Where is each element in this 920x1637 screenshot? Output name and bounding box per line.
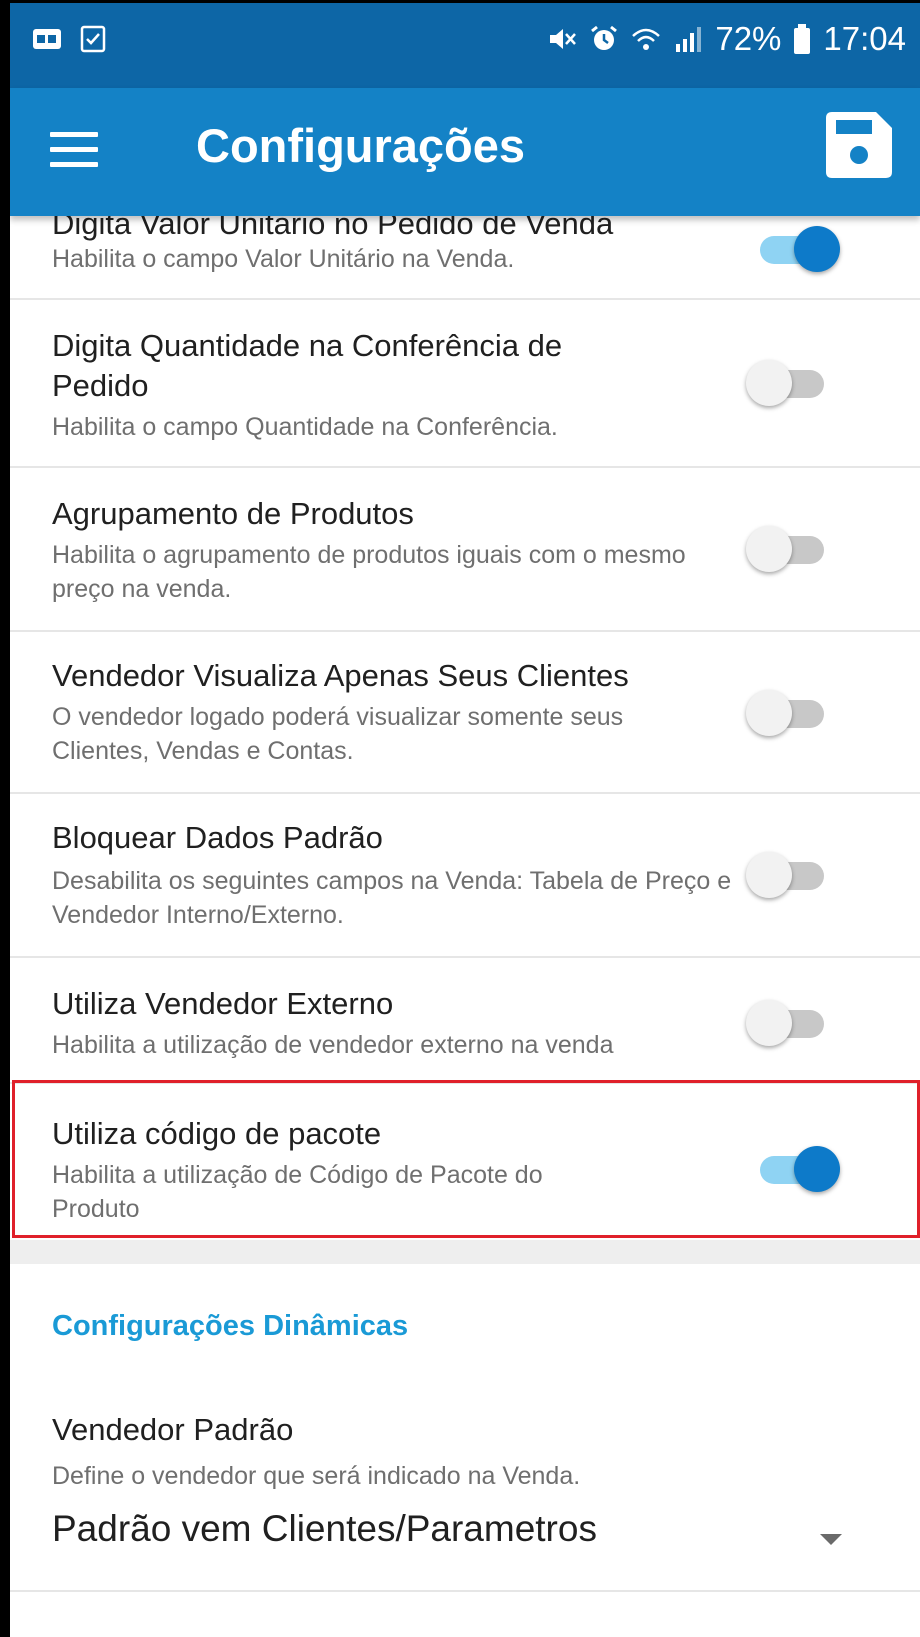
frame-border-top	[0, 0, 920, 3]
setting-row-quantidade-conferencia[interactable]: Digita Quantidade na Conferência de Pedi…	[10, 300, 920, 468]
signal-icon	[676, 27, 702, 52]
battery-icon	[794, 24, 811, 54]
toggle-switch[interactable]	[746, 690, 830, 736]
vendedor-padrao-dropdown[interactable]: Padrão vem Clientes/Parametros	[52, 1500, 852, 1568]
alarm-icon	[591, 25, 618, 50]
setting-title: Vendedor Visualiza Apenas Seus Clientes	[52, 658, 629, 693]
toggle-switch[interactable]	[750, 226, 840, 272]
section-title-dinamicas: Configurações Dinâmicas	[52, 1310, 409, 1342]
battery-percent: 72%	[715, 20, 782, 57]
checklist-icon	[80, 25, 106, 53]
frame-border	[0, 0, 10, 1637]
toggle-switch[interactable]	[746, 360, 830, 406]
wifi-icon	[632, 28, 661, 50]
setting-row-bloquear-dados[interactable]: Bloquear Dados Padrão Desabilita os segu…	[10, 794, 920, 958]
setting-row-vendedor-externo[interactable]: Utiliza Vendedor Externo Habilita a util…	[10, 958, 920, 1084]
dropdown-arrow-icon	[820, 1534, 842, 1545]
toggle-switch[interactable]	[746, 526, 830, 572]
setting-title: Utiliza Vendedor Externo	[52, 986, 394, 1021]
setting-title: Agrupamento de Produtos	[52, 496, 414, 531]
setting-subtitle: O vendedor logado poderá visualizar some…	[52, 703, 624, 765]
setting-row-agrupamento[interactable]: Agrupamento de Produtos Habilita o agrup…	[10, 468, 920, 632]
setting-subtitle: Habilita a utilização de Código de Pacot…	[52, 1161, 543, 1223]
mute-icon	[550, 29, 577, 49]
toggle-switch[interactable]	[750, 1146, 840, 1192]
setting-row-codigo-pacote[interactable]: Utiliza código de pacote Habilita a util…	[10, 1084, 920, 1244]
setting-subtitle: Desabilita os seguintes campos na Venda:…	[52, 867, 732, 929]
divider	[10, 1590, 920, 1592]
floppy-save-icon[interactable]	[826, 112, 892, 178]
setting-row-valor-unitario[interactable]: Digita Valor Unitário no Pedido de Venda…	[10, 206, 920, 300]
clock: 17:04	[823, 20, 906, 57]
setting-subtitle: Habilita a utilização de vendedor extern…	[52, 1031, 614, 1059]
page-title: Configurações	[196, 119, 526, 172]
setting-title: Digita Quantidade na Conferência de Pedi…	[52, 328, 563, 403]
vendedor-padrao-title: Vendedor Padrão	[52, 1412, 294, 1447]
setting-title: Utiliza código de pacote	[52, 1116, 382, 1151]
notification-app-icon	[33, 29, 61, 49]
setting-title: Bloquear Dados Padrão	[52, 820, 383, 855]
setting-row-visualiza-clientes[interactable]: Vendedor Visualiza Apenas Seus Clientes …	[10, 632, 920, 794]
app-bar: Configurações	[10, 88, 920, 216]
section-divider	[10, 1240, 920, 1264]
setting-subtitle: Habilita o campo Quantidade na Conferênc…	[52, 413, 558, 441]
settings-list: Digita Valor Unitário no Pedido de Venda…	[10, 206, 920, 1244]
status-bar: 72% 17:04	[10, 0, 920, 88]
toggle-switch[interactable]	[746, 852, 830, 898]
setting-subtitle: Habilita o agrupamento de produtos iguai…	[52, 541, 686, 603]
dropdown-selected-value: Padrão vem Clientes/Parametros	[52, 1508, 597, 1549]
hamburger-menu-icon[interactable]	[50, 124, 110, 180]
setting-subtitle: Habilita o campo Valor Unitário na Venda…	[52, 245, 515, 273]
toggle-switch[interactable]	[746, 1000, 830, 1046]
vendedor-padrao-subtitle: Define o vendedor que será indicado na V…	[52, 1462, 581, 1490]
